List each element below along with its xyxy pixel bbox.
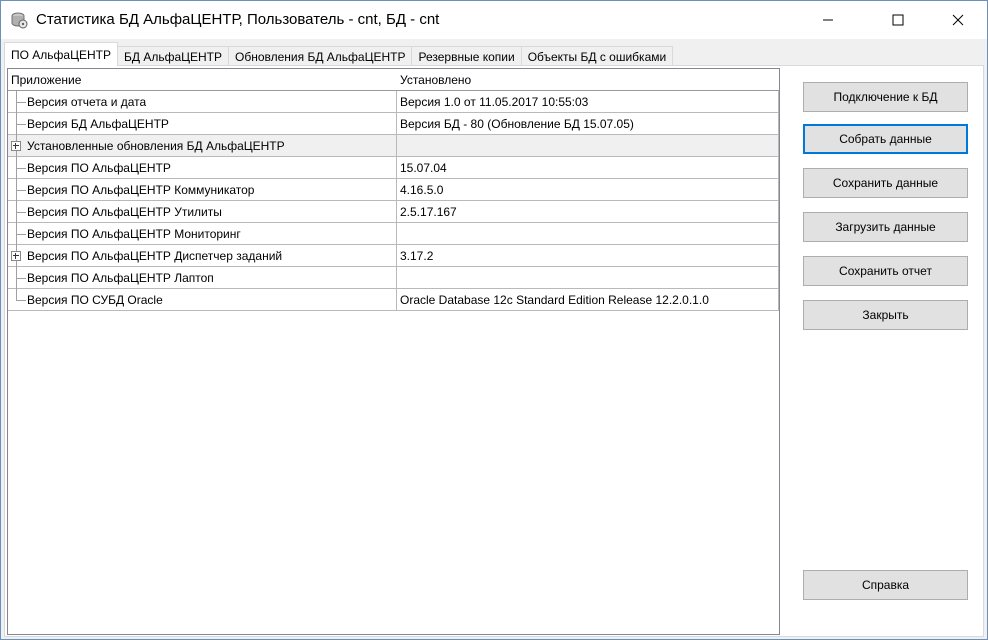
tab-backups[interactable]: Резервные копии xyxy=(411,46,522,66)
tab-db-updates[interactable]: Обновления БД АльфаЦЕНТР xyxy=(228,46,413,66)
column-divider xyxy=(396,223,397,245)
close-window-button[interactable] xyxy=(935,1,981,39)
window-title: Статистика БД АльфаЦЕНТР, Пользователь -… xyxy=(36,11,440,28)
row-application-cell: Версия ПО СУБД Oracle xyxy=(27,293,163,307)
row-installed-cell: 4.16.5.0 xyxy=(400,183,444,197)
row-application-cell: Версия ПО АльфаЦЕНТР Диспетчер заданий xyxy=(27,249,283,263)
tree-branch xyxy=(16,168,26,169)
row-installed-cell: 2.5.17.167 xyxy=(400,205,457,219)
row-application-cell: Версия ПО АльфаЦЕНТР Лаптоп xyxy=(27,271,214,285)
main-window: Статистика БД АльфаЦЕНТР, Пользователь -… xyxy=(0,0,988,640)
maximize-button[interactable] xyxy=(875,1,921,39)
row-application-cell: Версия ПО АльфаЦЕНТР Мониторинг xyxy=(27,227,241,241)
column-divider xyxy=(396,91,397,113)
tab-po-alfacentr[interactable]: ПО АльфаЦЕНТР xyxy=(4,42,118,66)
column-divider xyxy=(396,113,397,135)
row-installed-cell: Oracle Database 12c Standard Edition Rel… xyxy=(400,293,709,307)
tree-branch xyxy=(16,234,26,235)
row-border xyxy=(778,267,779,289)
save-data-button[interactable]: Сохранить данные xyxy=(803,168,968,198)
grid-rows: Версия отчета и дата Версия 1.0 от 11.05.… xyxy=(8,91,779,311)
tree-branch xyxy=(16,124,26,125)
column-divider xyxy=(396,245,397,267)
tab-bd-alfacentr[interactable]: БД АльфаЦЕНТР xyxy=(116,46,230,66)
tab-strip: ПО АльфаЦЕНТР БД АльфаЦЕНТР Обновления Б… xyxy=(4,42,674,66)
tree-branch xyxy=(16,190,26,191)
collect-data-button[interactable]: Собрать данные xyxy=(803,124,968,154)
tree-branch xyxy=(16,102,26,103)
table-row[interactable]: Версия ПО АльфаЦЕНТР Диспетчер заданий 3.… xyxy=(8,245,779,267)
grid-header: Приложение Установлено xyxy=(8,69,779,91)
tree-branch xyxy=(16,212,26,213)
table-row[interactable]: Версия ПО СУБД Oracle Oracle Database 12c… xyxy=(8,289,779,311)
load-data-button[interactable]: Загрузить данные xyxy=(803,212,968,242)
row-installed-cell: Версия БД - 80 (Обновление БД 15.07.05) xyxy=(400,117,634,131)
plus-box-icon[interactable] xyxy=(11,141,21,151)
table-row[interactable]: Версия ПО АльфаЦЕНТР Мониторинг xyxy=(8,223,779,245)
tab-panel: Приложение Установлено Версия отчета и д… xyxy=(4,65,984,637)
minimize-button[interactable] xyxy=(805,1,851,39)
column-divider xyxy=(396,135,397,157)
table-row[interactable]: Версия отчета и дата Версия 1.0 от 11.05.… xyxy=(8,91,779,113)
table-row[interactable]: Установленные обновления БД АльфаЦЕНТР xyxy=(8,135,779,157)
column-divider xyxy=(396,179,397,201)
close-button[interactable]: Закрыть xyxy=(803,300,968,330)
column-header-application[interactable]: Приложение xyxy=(11,73,81,87)
tab-error-objects[interactable]: Объекты БД с ошибками xyxy=(520,46,674,66)
title-bar[interactable]: Статистика БД АльфаЦЕНТР, Пользователь -… xyxy=(1,1,987,39)
save-report-button[interactable]: Сохранить отчет xyxy=(803,256,968,286)
column-divider xyxy=(396,289,397,311)
row-border xyxy=(778,223,779,245)
row-installed-cell: 15.07.04 xyxy=(400,161,447,175)
tree-branch xyxy=(16,278,26,279)
row-border xyxy=(778,245,779,267)
row-border xyxy=(778,289,779,311)
table-row[interactable]: Версия ПО АльфаЦЕНТР Лаптоп xyxy=(8,267,779,289)
plus-box-icon[interactable] xyxy=(11,251,21,261)
table-row[interactable]: Версия ПО АльфаЦЕНТР 15.07.04 xyxy=(8,157,779,179)
row-border xyxy=(778,91,779,113)
row-installed-cell: Версия 1.0 от 11.05.2017 10:55:03 xyxy=(400,95,589,109)
row-border xyxy=(778,113,779,135)
maximize-icon xyxy=(892,14,904,26)
column-header-installed[interactable]: Установлено xyxy=(400,73,471,87)
row-application-cell: Версия отчета и дата xyxy=(27,95,147,109)
row-border xyxy=(778,135,779,157)
column-divider xyxy=(396,157,397,179)
column-divider xyxy=(396,267,397,289)
row-application-cell: Версия БД АльфаЦЕНТР xyxy=(27,117,169,131)
database-disk-icon xyxy=(10,11,28,29)
minimize-icon xyxy=(823,19,833,21)
row-application-cell: Версия ПО АльфаЦЕНТР Коммуникатор xyxy=(27,183,255,197)
row-application-cell: Версия ПО АльфаЦЕНТР Утилиты xyxy=(27,205,222,219)
tree-branch xyxy=(16,300,26,301)
row-installed-cell: 3.17.2 xyxy=(400,249,434,263)
row-border xyxy=(778,201,779,223)
help-button[interactable]: Справка xyxy=(803,570,968,600)
column-divider xyxy=(396,201,397,223)
connect-db-button[interactable]: Подключение к БД xyxy=(803,82,968,112)
row-border xyxy=(778,157,779,179)
row-border xyxy=(778,179,779,201)
table-row[interactable]: Версия БД АльфаЦЕНТР Версия БД - 80 (Обно… xyxy=(8,113,779,135)
close-icon xyxy=(952,14,964,26)
table-row[interactable]: Версия ПО АльфаЦЕНТР Утилиты 2.5.17.167 xyxy=(8,201,779,223)
info-grid[interactable]: Приложение Установлено Версия отчета и д… xyxy=(7,68,780,635)
row-application-cell: Версия ПО АльфаЦЕНТР xyxy=(27,161,171,175)
row-application-cell: Установленные обновления БД АльфаЦЕНТР xyxy=(27,139,285,153)
table-row[interactable]: Версия ПО АльфаЦЕНТР Коммуникатор 4.16.5.… xyxy=(8,179,779,201)
client-area: ПО АльфаЦЕНТР БД АльфаЦЕНТР Обновления Б… xyxy=(1,39,987,639)
